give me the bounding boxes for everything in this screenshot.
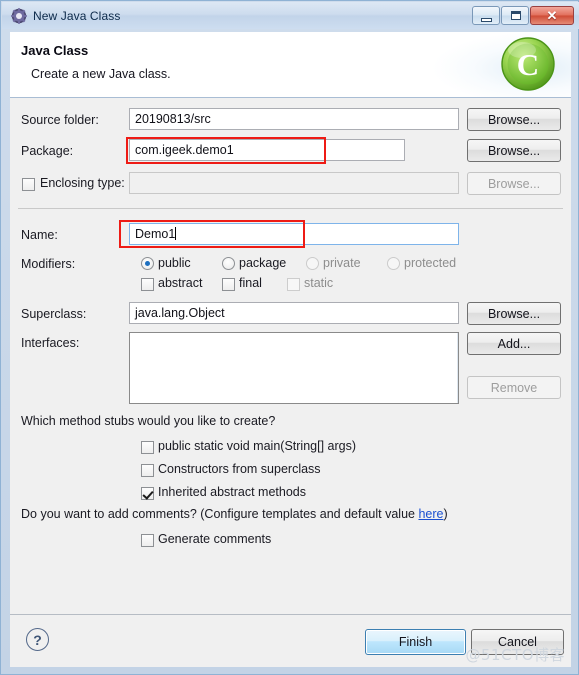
interfaces-list[interactable] [129,332,459,404]
comments-question-prefix: Do you want to add comments? (Configure … [21,507,419,521]
modifier-label-final: final [239,276,262,290]
superclass-input[interactable]: java.lang.Object [129,302,459,324]
dialog-footer: ? Finish Cancel @51CTO博客 [10,614,571,667]
help-icon[interactable]: ? [26,628,49,651]
name-label: Name: [21,228,58,242]
close-icon: ✕ [546,7,558,23]
stub-label-constructors: Constructors from superclass [158,462,321,476]
text-caret [175,227,177,240]
window-title: New Java Class [33,8,121,23]
generate-comments-checkbox[interactable] [141,534,154,547]
wizard-body: Source folder: 20190813/src Browse... Pa… [10,98,571,614]
source-folder-browse-button[interactable]: Browse... [467,108,561,131]
enclosing-type-input[interactable] [129,172,459,194]
source-folder-label: Source folder: [21,113,99,127]
package-input[interactable]: com.igeek.demo1 [129,139,405,161]
watermark: @51CTO博客 [465,646,565,664]
modifier-radio-package[interactable] [222,257,235,270]
new-java-class-dialog: New Java Class ✕ Java Class Create a new… [0,0,579,675]
superclass-browse-button[interactable]: Browse... [467,302,561,325]
source-folder-input[interactable]: 20190813/src [129,108,459,130]
stub-checkbox-main[interactable] [141,441,154,454]
generate-comments-label: Generate comments [158,532,272,546]
modifier-label-abstract: abstract [158,276,203,290]
minimize-button[interactable] [472,6,500,25]
modifier-label-private: private [323,256,361,270]
modifier-radio-public[interactable] [141,257,154,270]
stub-label-inherited: Inherited abstract methods [158,485,306,499]
wizard-header: Java Class Create a new Java class. C [10,32,571,98]
class-name-input[interactable]: Demo1 [129,223,459,245]
stub-checkbox-constructors[interactable] [141,464,154,477]
stub-label-main: public static void main(String[] args) [158,439,356,453]
package-browse-button[interactable]: Browse... [467,139,561,162]
modifier-label-public: public [158,256,191,270]
interfaces-add-button[interactable]: Add... [467,332,561,355]
stub-checkbox-inherited[interactable] [141,487,154,500]
gear-icon [11,7,27,24]
modifier-radio-protected[interactable] [387,257,400,270]
enclosing-type-browse-button[interactable]: Browse... [467,172,561,195]
minimize-icon [481,18,492,22]
superclass-label: Superclass: [21,307,87,321]
modifier-checkbox-static[interactable] [287,278,300,291]
modifier-checkbox-final[interactable] [222,278,235,291]
modifier-label-protected: protected [404,256,457,270]
modifier-label-package: package [239,256,287,270]
close-button[interactable]: ✕ [530,6,574,25]
java-class-logo-icon: C [499,35,557,93]
class-name-value: Demo1 [135,227,176,241]
maximize-button[interactable] [501,6,529,25]
interfaces-scrollbar[interactable] [457,333,458,403]
comments-question: Do you want to add comments? (Configure … [21,507,448,521]
title-bar: New Java Class ✕ [2,2,579,29]
configure-templates-link[interactable]: here [418,507,443,521]
maximize-icon [511,11,521,20]
modifier-label-static: static [304,276,334,290]
method-stubs-question: Which method stubs would you like to cre… [21,414,276,428]
page-title: Java Class [21,43,89,58]
modifiers-label: Modifiers: [21,257,76,271]
package-label: Package: [21,144,74,158]
finish-button[interactable]: Finish [365,629,466,655]
modifier-checkbox-abstract[interactable] [141,278,154,291]
enclosing-type-checkbox[interactable] [22,178,35,191]
section-divider-1 [18,208,563,209]
interfaces-remove-button[interactable]: Remove [467,376,561,399]
interfaces-label: Interfaces: [21,336,80,350]
page-subtitle: Create a new Java class. [31,67,171,81]
enclosing-type-label: Enclosing type: [40,176,125,190]
modifier-radio-private[interactable] [306,257,319,270]
comments-question-suffix: ) [443,507,448,521]
